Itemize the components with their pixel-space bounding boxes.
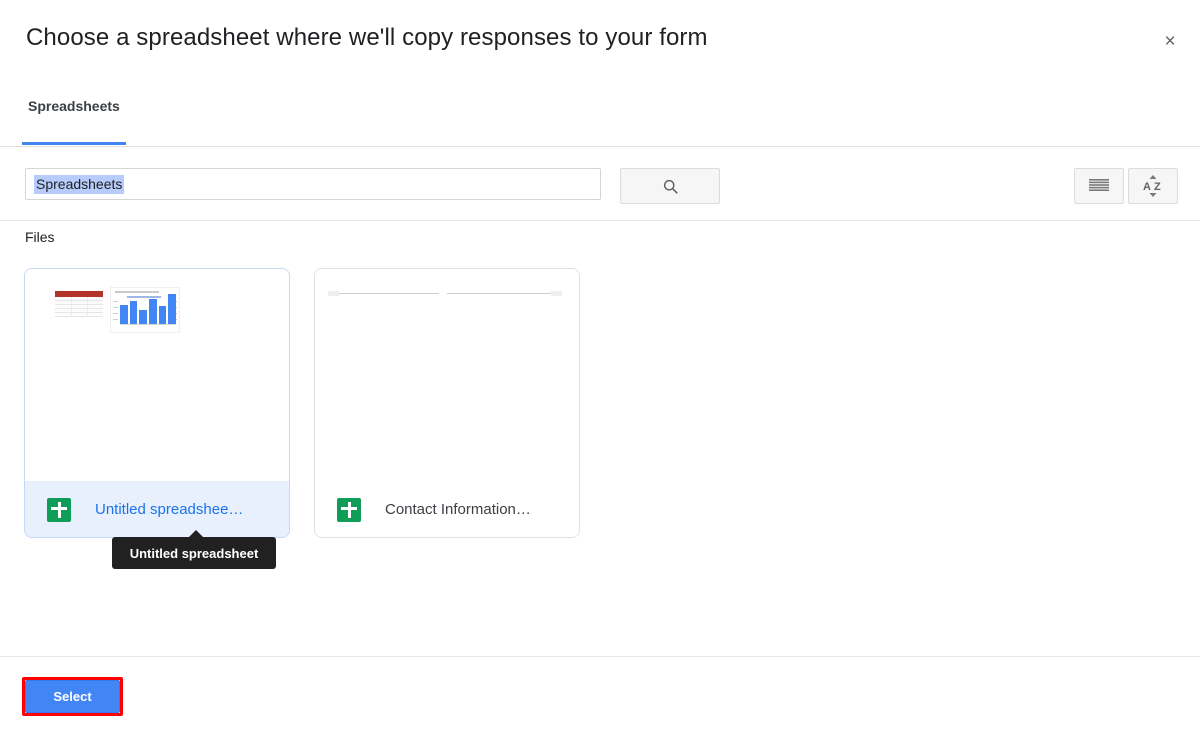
file-card-contact-information[interactable]: Contact Information… xyxy=(314,268,580,538)
thumbnail-bar-chart xyxy=(110,287,180,333)
dialog-title: Choose a spreadsheet where we'll copy re… xyxy=(26,24,708,51)
select-button-highlight: Select xyxy=(22,677,123,716)
tooltip-arrow xyxy=(188,530,204,538)
files-section-label: Files xyxy=(25,229,55,245)
search-icon xyxy=(663,179,678,194)
tab-spreadsheets[interactable]: Spreadsheets xyxy=(22,86,126,145)
list-view-icon xyxy=(1089,179,1109,191)
thumbnail-wide-rows xyxy=(327,289,565,303)
file-card-name: Untitled spreadshee… xyxy=(95,501,244,518)
choose-spreadsheet-dialog: Choose a spreadsheet where we'll copy re… xyxy=(0,0,1200,741)
mini-chart-axis xyxy=(120,324,176,325)
file-thumbnail xyxy=(25,269,289,482)
file-thumbnail xyxy=(315,269,579,482)
files-panel: Files Untitled spreadshee… Contact Infor… xyxy=(0,221,1200,656)
close-icon[interactable]: × xyxy=(1154,25,1186,57)
tooltip-text: Untitled spreadsheet xyxy=(129,545,259,561)
dialog-footer: Select Cancel xyxy=(0,657,1200,741)
file-name-tooltip: Untitled spreadsheet xyxy=(112,530,276,569)
sort-alpha-icon: A Z xyxy=(1143,175,1161,197)
mini-chart-bar xyxy=(158,306,167,324)
google-sheets-icon xyxy=(47,497,71,522)
svg-text:Z: Z xyxy=(1154,181,1161,193)
search-input[interactable]: Spreadsheets xyxy=(25,168,601,200)
tab-spreadsheets-label: Spreadsheets xyxy=(28,98,120,114)
search-input-value: Spreadsheets xyxy=(34,174,125,194)
file-card-name: Contact Information… xyxy=(385,501,531,518)
thumbnail-mini-table xyxy=(55,291,103,319)
list-view-button[interactable] xyxy=(1074,168,1124,204)
mini-chart-bar xyxy=(120,305,128,324)
svg-text:A: A xyxy=(1143,181,1151,193)
select-button[interactable]: Select xyxy=(25,680,120,713)
file-card-untitled-spreadsheet[interactable]: Untitled spreadshee… xyxy=(24,268,290,538)
view-mode-group: A Z xyxy=(1074,168,1178,204)
mini-chart-bar xyxy=(129,300,138,324)
search-toolbar: Spreadsheets xyxy=(0,147,1200,221)
file-card-footer: Contact Information… xyxy=(315,481,579,537)
mini-chart-bar xyxy=(168,294,177,324)
mini-chart-bars xyxy=(120,294,177,324)
mini-chart-y-ticks xyxy=(113,301,118,302)
mini-chart-title xyxy=(115,291,159,293)
search-button[interactable] xyxy=(620,168,720,204)
mini-chart-bar xyxy=(139,309,148,324)
tab-active-indicator xyxy=(22,142,126,145)
file-card-footer: Untitled spreadshee… xyxy=(25,481,289,537)
mini-chart-bar xyxy=(149,298,157,324)
sort-alpha-button[interactable]: A Z xyxy=(1128,168,1178,204)
tab-strip: Spreadsheets xyxy=(0,86,1200,147)
google-sheets-icon xyxy=(337,497,361,522)
